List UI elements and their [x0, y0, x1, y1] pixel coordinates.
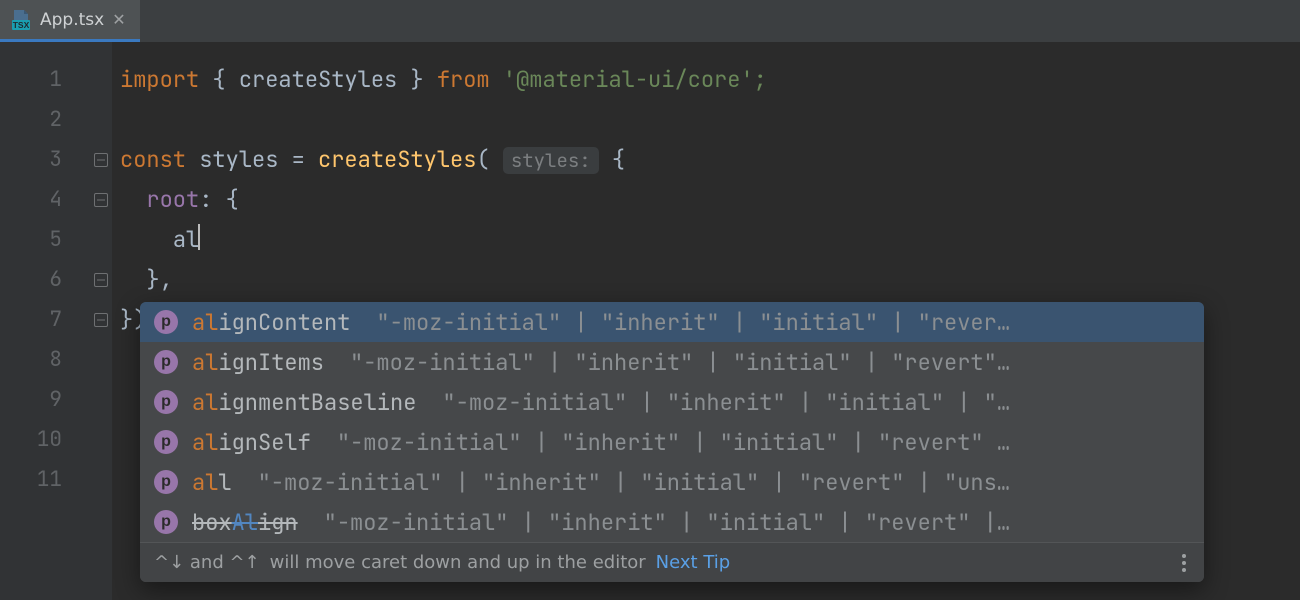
- completion-type: "-moz-initial" | "inherit" | "initial" |…: [376, 308, 1190, 337]
- completion-name: alignContent: [192, 308, 350, 337]
- completion-type: "-moz-initial" | "inherit" | "initial" |…: [442, 388, 1190, 417]
- line-number: 8: [0, 340, 90, 380]
- completion-name: all: [192, 468, 232, 497]
- property-icon: p: [154, 510, 178, 534]
- footer-shortcut-hint: ^↓ and ^↑: [154, 552, 260, 573]
- completion-item[interactable]: p boxAlign "-moz-initial" | "inherit" | "i…: [140, 502, 1204, 542]
- parameter-hint: styles:: [503, 147, 599, 174]
- code-line: root: {: [112, 180, 1300, 220]
- property-icon: p: [154, 390, 178, 414]
- file-tab[interactable]: TSX App.tsx ✕: [0, 0, 140, 42]
- completion-item[interactable]: p alignItems "-moz-initial" | "inherit" | …: [140, 342, 1204, 382]
- editor-tabbar: TSX App.tsx ✕: [0, 0, 1300, 42]
- close-icon[interactable]: ✕: [112, 12, 125, 28]
- completion-name: alignmentBaseline: [192, 388, 416, 417]
- code-line: const styles = createStyles( styles: {: [112, 140, 1300, 180]
- completion-name: alignSelf: [192, 428, 311, 457]
- completion-type: "-moz-initial" | "inherit" | "initial" |…: [324, 508, 1190, 537]
- completion-item[interactable]: p alignmentBaseline "-moz-initial" | "inhe…: [140, 382, 1204, 422]
- line-number: 5: [0, 220, 90, 260]
- code-line: },: [112, 260, 1300, 300]
- property-icon: p: [154, 470, 178, 494]
- fold-toggle-icon[interactable]: [94, 313, 108, 327]
- line-number: 6: [0, 260, 90, 300]
- fold-toggle-icon[interactable]: [94, 153, 108, 167]
- completion-item[interactable]: pall "-moz-initial" | "inherit" | "initia…: [140, 462, 1204, 502]
- completion-item[interactable]: p alignSelf "-moz-initial" | "inherit" | "…: [140, 422, 1204, 462]
- property-icon: p: [154, 350, 178, 374]
- code-line: import { createStyles } from '@material-…: [112, 60, 1300, 100]
- next-tip-link[interactable]: Next Tip: [656, 552, 731, 573]
- line-number: 1: [0, 60, 90, 100]
- line-number: 4: [0, 180, 90, 220]
- line-number: 11: [0, 460, 90, 500]
- fold-toggle-icon[interactable]: [94, 273, 108, 287]
- completion-name: boxAlign: [192, 508, 298, 537]
- kebab-menu-icon[interactable]: [1178, 550, 1190, 576]
- line-number: 3: [0, 140, 90, 180]
- line-number-gutter: 1 2 3 4 5 6 7 8 9 10 11: [0, 42, 90, 600]
- completion-name: alignItems: [192, 348, 324, 377]
- autocomplete-popup: palignContent"-moz-initial" | "inherit" …: [140, 302, 1204, 582]
- line-number: 10: [0, 420, 90, 460]
- tab-filename: App.tsx: [40, 10, 104, 30]
- fold-toggle-icon[interactable]: [94, 193, 108, 207]
- completion-type: "-moz-initial" | "inherit" | "initial" |…: [350, 348, 1190, 377]
- footer-text: will move caret down and up in the edito…: [270, 552, 646, 573]
- svg-text:TSX: TSX: [13, 20, 30, 30]
- line-number: 9: [0, 380, 90, 420]
- property-icon: p: [154, 310, 178, 334]
- property-icon: p: [154, 430, 178, 454]
- line-number: 7: [0, 300, 90, 340]
- completion-item[interactable]: p alignContent "-moz-initial" | "inherit" …: [140, 302, 1204, 342]
- code-editor: 1 2 3 4 5 6 7 8 9 10 11 import { createS…: [0, 42, 1300, 600]
- fold-gutter: [90, 42, 112, 600]
- completion-type: "-moz-initial" | "inherit" | "initial" |…: [337, 428, 1190, 457]
- popup-footer: ^↓ and ^↑ will move caret down and up in…: [140, 542, 1204, 582]
- tsx-file-icon: TSX: [10, 9, 32, 31]
- completion-type: "-moz-initial" | "inherit" | "initial" |…: [258, 468, 1190, 497]
- line-number: 2: [0, 100, 90, 140]
- text-caret: [198, 224, 200, 250]
- code-line: [112, 100, 1300, 140]
- code-line: al: [112, 220, 1300, 260]
